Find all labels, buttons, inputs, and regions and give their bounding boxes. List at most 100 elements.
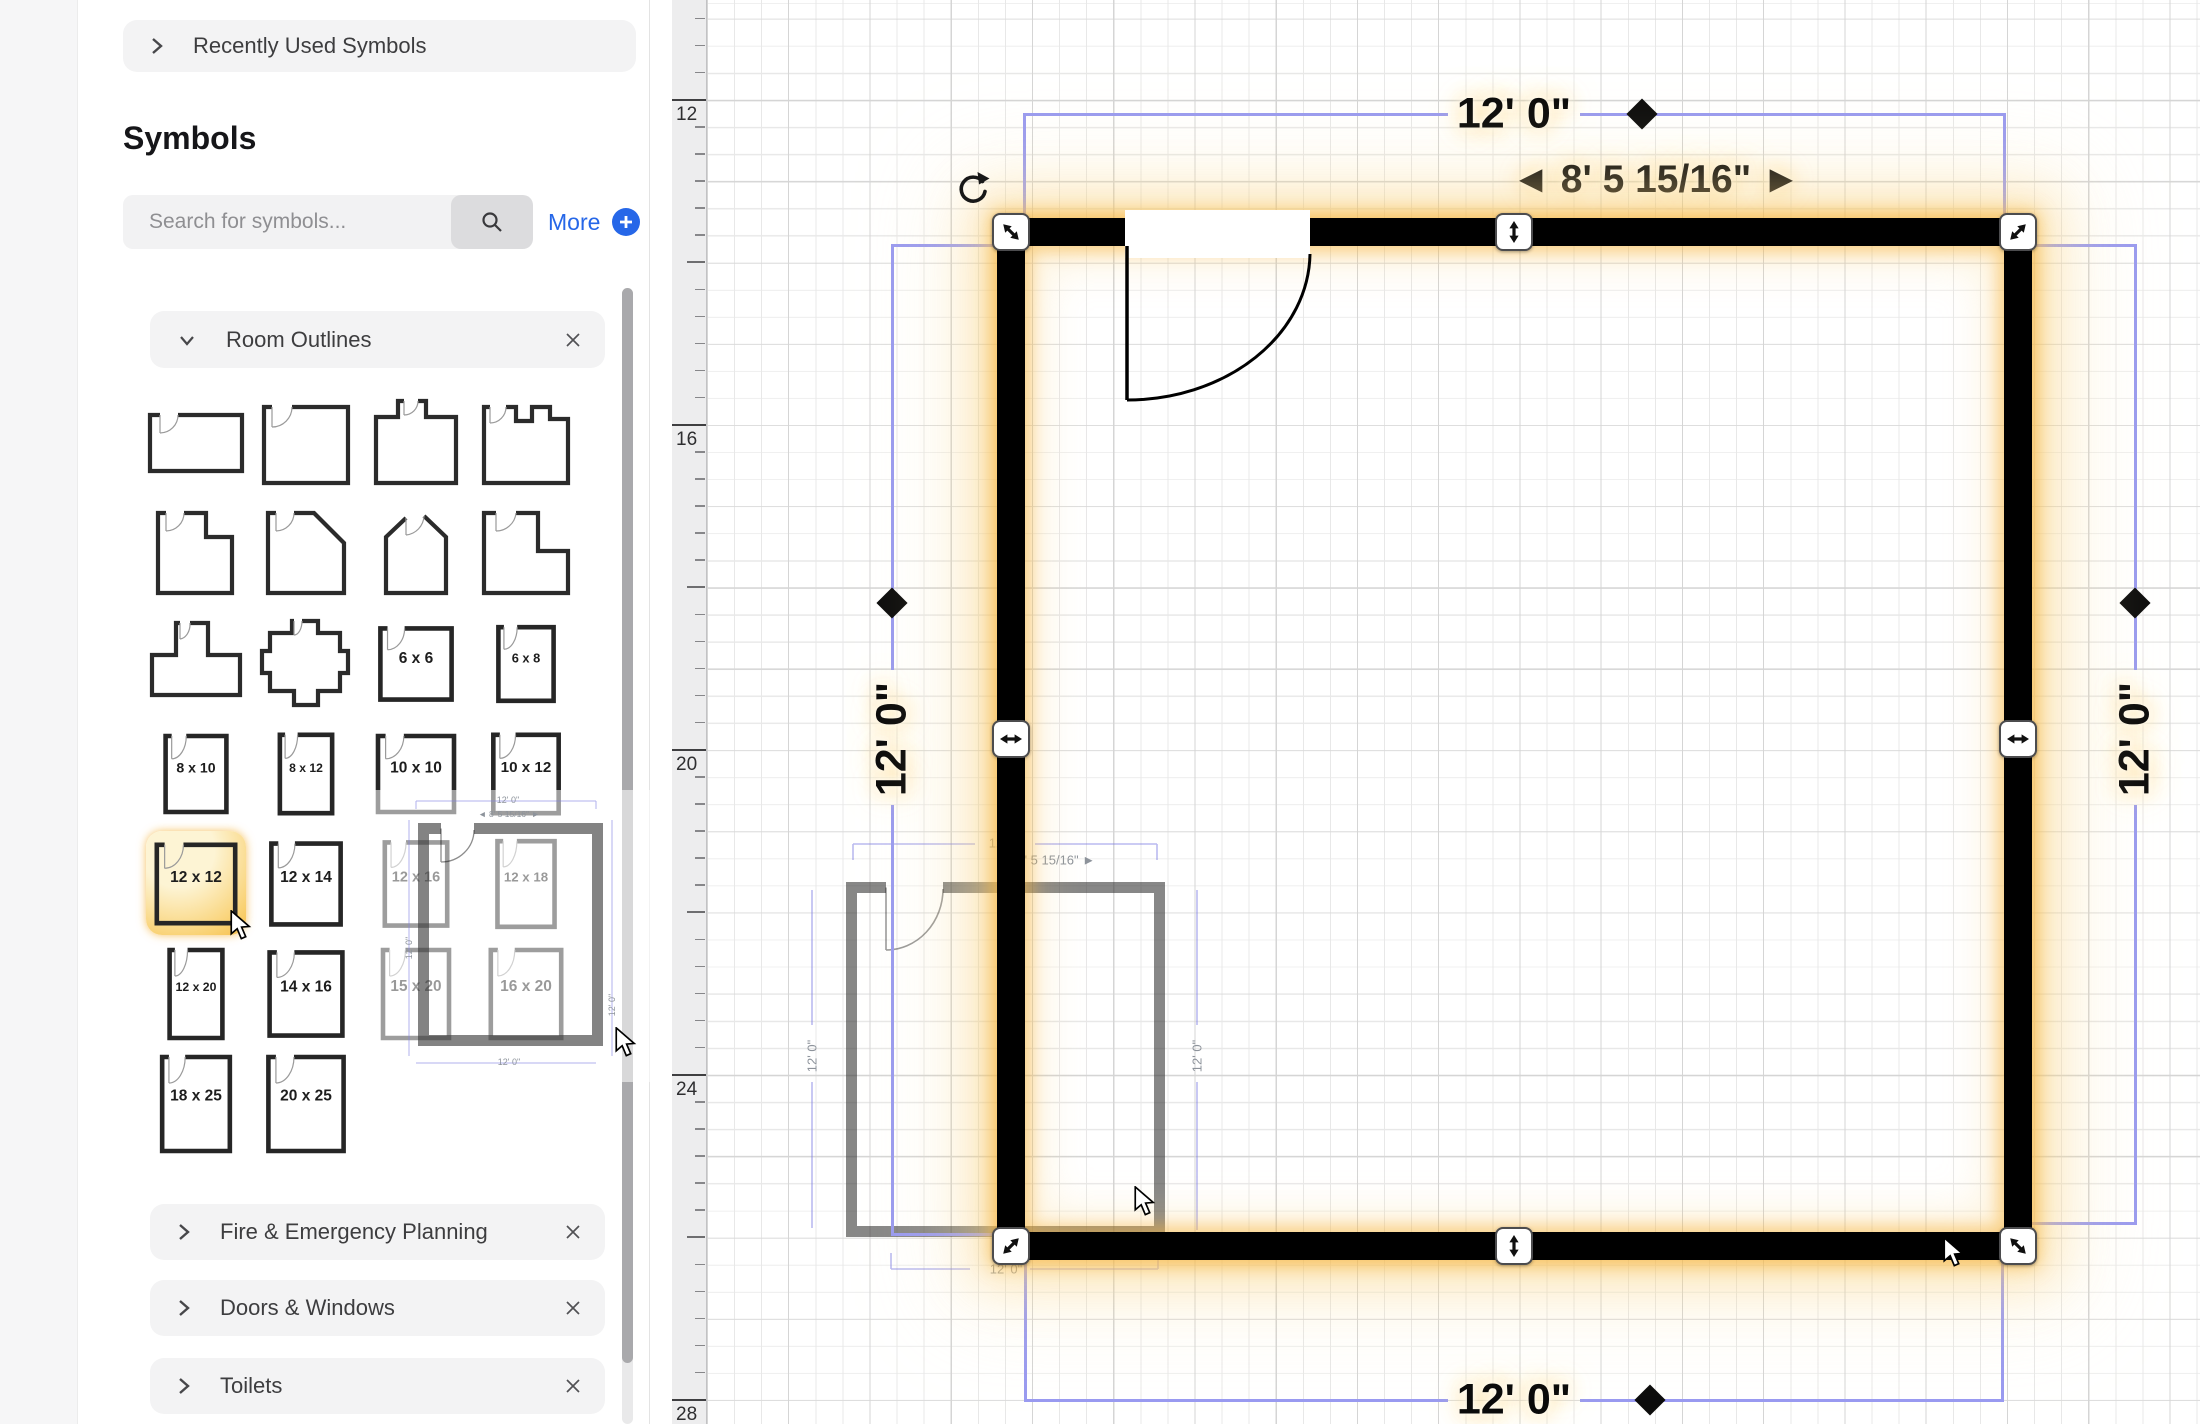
symbol-room-step[interactable] (146, 501, 246, 605)
symbol-room-alcove[interactable] (366, 391, 466, 495)
symbol-room-corner-cut[interactable] (256, 501, 356, 605)
ruler-tick (687, 1236, 705, 1238)
symbol-8x12[interactable]: 8 x 12 (256, 721, 356, 825)
symbol-room-double-notch[interactable] (476, 391, 576, 495)
ruler-tick (695, 1182, 705, 1184)
ghost-height-dimension-left: 12' 0" (404, 937, 414, 959)
ruler-tick (695, 532, 705, 534)
ruler-tick (695, 153, 705, 155)
symbol-12x20[interactable]: 12 x 20 (146, 941, 246, 1045)
symbol-12x14[interactable]: 12 x 14 (256, 831, 356, 935)
ruler-tick (695, 289, 705, 291)
more-symbols-button[interactable]: More (548, 208, 640, 236)
close-section-icon[interactable] (563, 1222, 583, 1242)
svg-text:12 x 20: 12 x 20 (176, 980, 217, 994)
resize-handle-top[interactable] (1495, 213, 1533, 251)
ruler-tick (695, 1020, 705, 1022)
recently-used-symbols-section[interactable]: Recently Used Symbols (123, 20, 636, 72)
mouse-cursor (1943, 1237, 1965, 1269)
section-room-outlines-label: Room Outlines (226, 327, 372, 353)
resize-handle-left[interactable] (992, 720, 1030, 758)
ruler-tick (695, 343, 705, 345)
close-section-icon[interactable] (563, 330, 583, 350)
ruler-tick (695, 505, 705, 507)
ruler-tick (672, 749, 706, 751)
symbol-search (123, 195, 533, 249)
section-doors-windows-label: Doors & Windows (220, 1295, 395, 1321)
drawing-canvas[interactable]: 1216202428 12' 0" ◄ 8' 5 15/16" ► 12' 0"… (650, 0, 2200, 1424)
resize-handle-top-right[interactable] (1999, 213, 2037, 251)
ruler-tick (695, 1155, 705, 1157)
symbol-room-square[interactable] (256, 391, 356, 495)
symbol-6x8[interactable]: 6 x 8 (476, 611, 576, 715)
ruler-tick (695, 1209, 705, 1211)
search-input[interactable] (123, 195, 451, 249)
dim-stub (2003, 113, 2006, 218)
chevron-right-icon (176, 1374, 192, 1398)
symbol-14x16[interactable]: 14 x 16 (256, 941, 356, 1045)
close-section-icon[interactable] (563, 1376, 583, 1396)
resize-handle-bottom-right[interactable] (1999, 1227, 2037, 1265)
section-fire-emergency[interactable]: Fire & Emergency Planning (150, 1204, 605, 1260)
symbol-8x10[interactable]: 8 x 10 (146, 721, 246, 825)
symbol-18x25[interactable]: 18 x 25 (146, 1051, 246, 1155)
close-section-icon[interactable] (563, 1298, 583, 1318)
symbol-room-l-shape[interactable] (476, 501, 576, 605)
ruler-tick (687, 586, 705, 588)
chevron-right-icon (149, 34, 165, 58)
mouse-cursor (615, 1027, 637, 1059)
section-toilets[interactable]: Toilets (150, 1358, 605, 1414)
ruler-tick (695, 1291, 705, 1293)
symbol-room-t-shape[interactable] (146, 611, 246, 715)
ruler-tick (695, 1264, 705, 1266)
symbol-20x25[interactable]: 20 x 25 (256, 1051, 356, 1155)
ruler-tick (695, 1372, 705, 1374)
svg-text:8 x 10: 8 x 10 (176, 759, 215, 775)
plus-circle-icon (612, 208, 640, 236)
svg-text:12 x 14: 12 x 14 (280, 869, 332, 886)
dim-stub (2001, 1262, 2004, 1402)
ruler-tick (695, 45, 705, 47)
section-fire-emergency-label: Fire & Emergency Planning (220, 1219, 488, 1245)
ruler-tick (695, 1047, 705, 1049)
chevron-right-icon (176, 1220, 192, 1244)
ruler-tick (687, 261, 705, 263)
symbol-room-wide[interactable] (146, 391, 246, 495)
dim-line-left (891, 805, 894, 1234)
resize-handle-top-left[interactable] (992, 213, 1030, 251)
ghost-height-dimension-left: 12' 0" (805, 1040, 820, 1072)
ruler-tick (695, 451, 705, 453)
symbol-6x6[interactable]: 6 x 6 (366, 611, 466, 715)
rotate-handle-icon[interactable] (951, 168, 995, 212)
ruler-tick (695, 695, 705, 697)
resize-handle-bottom[interactable] (1495, 1227, 1533, 1265)
search-button[interactable] (451, 195, 533, 249)
symbol-room-bay[interactable] (366, 501, 466, 605)
section-toilets-label: Toilets (220, 1373, 282, 1399)
ruler-tick (695, 559, 705, 561)
ruler-tick (672, 1074, 706, 1076)
ruler-tick (695, 830, 705, 832)
svg-text:8 x 12: 8 x 12 (289, 761, 323, 775)
ruler-number: 12 (676, 104, 697, 126)
svg-text:10 x 10: 10 x 10 (390, 759, 442, 776)
ruler-tick (672, 99, 706, 101)
ruler-tick (695, 776, 705, 778)
resize-handle-right[interactable] (1999, 720, 2037, 758)
section-room-outlines[interactable]: Room Outlines (150, 311, 605, 368)
section-doors-windows[interactable]: Doors & Windows (150, 1280, 605, 1336)
ruler-tick (695, 126, 705, 128)
symbol-room-cross[interactable] (256, 611, 356, 715)
resize-handle-bottom-left[interactable] (992, 1227, 1030, 1265)
ruler-tick (695, 18, 705, 20)
ruler-tick (695, 72, 705, 74)
selection-width-dimension-bottom: 12' 0" (1457, 1376, 1571, 1424)
svg-text:6 x 8: 6 x 8 (512, 651, 541, 666)
dim-stub (891, 1233, 997, 1236)
ruler-tick (695, 234, 705, 236)
dim-line-bottom (1024, 1399, 1448, 1402)
ruler-tick (695, 803, 705, 805)
ghost-width-dimension: 12' 0" (497, 795, 519, 805)
door-opening[interactable] (1100, 200, 1330, 415)
dim-stub (2032, 1222, 2137, 1225)
